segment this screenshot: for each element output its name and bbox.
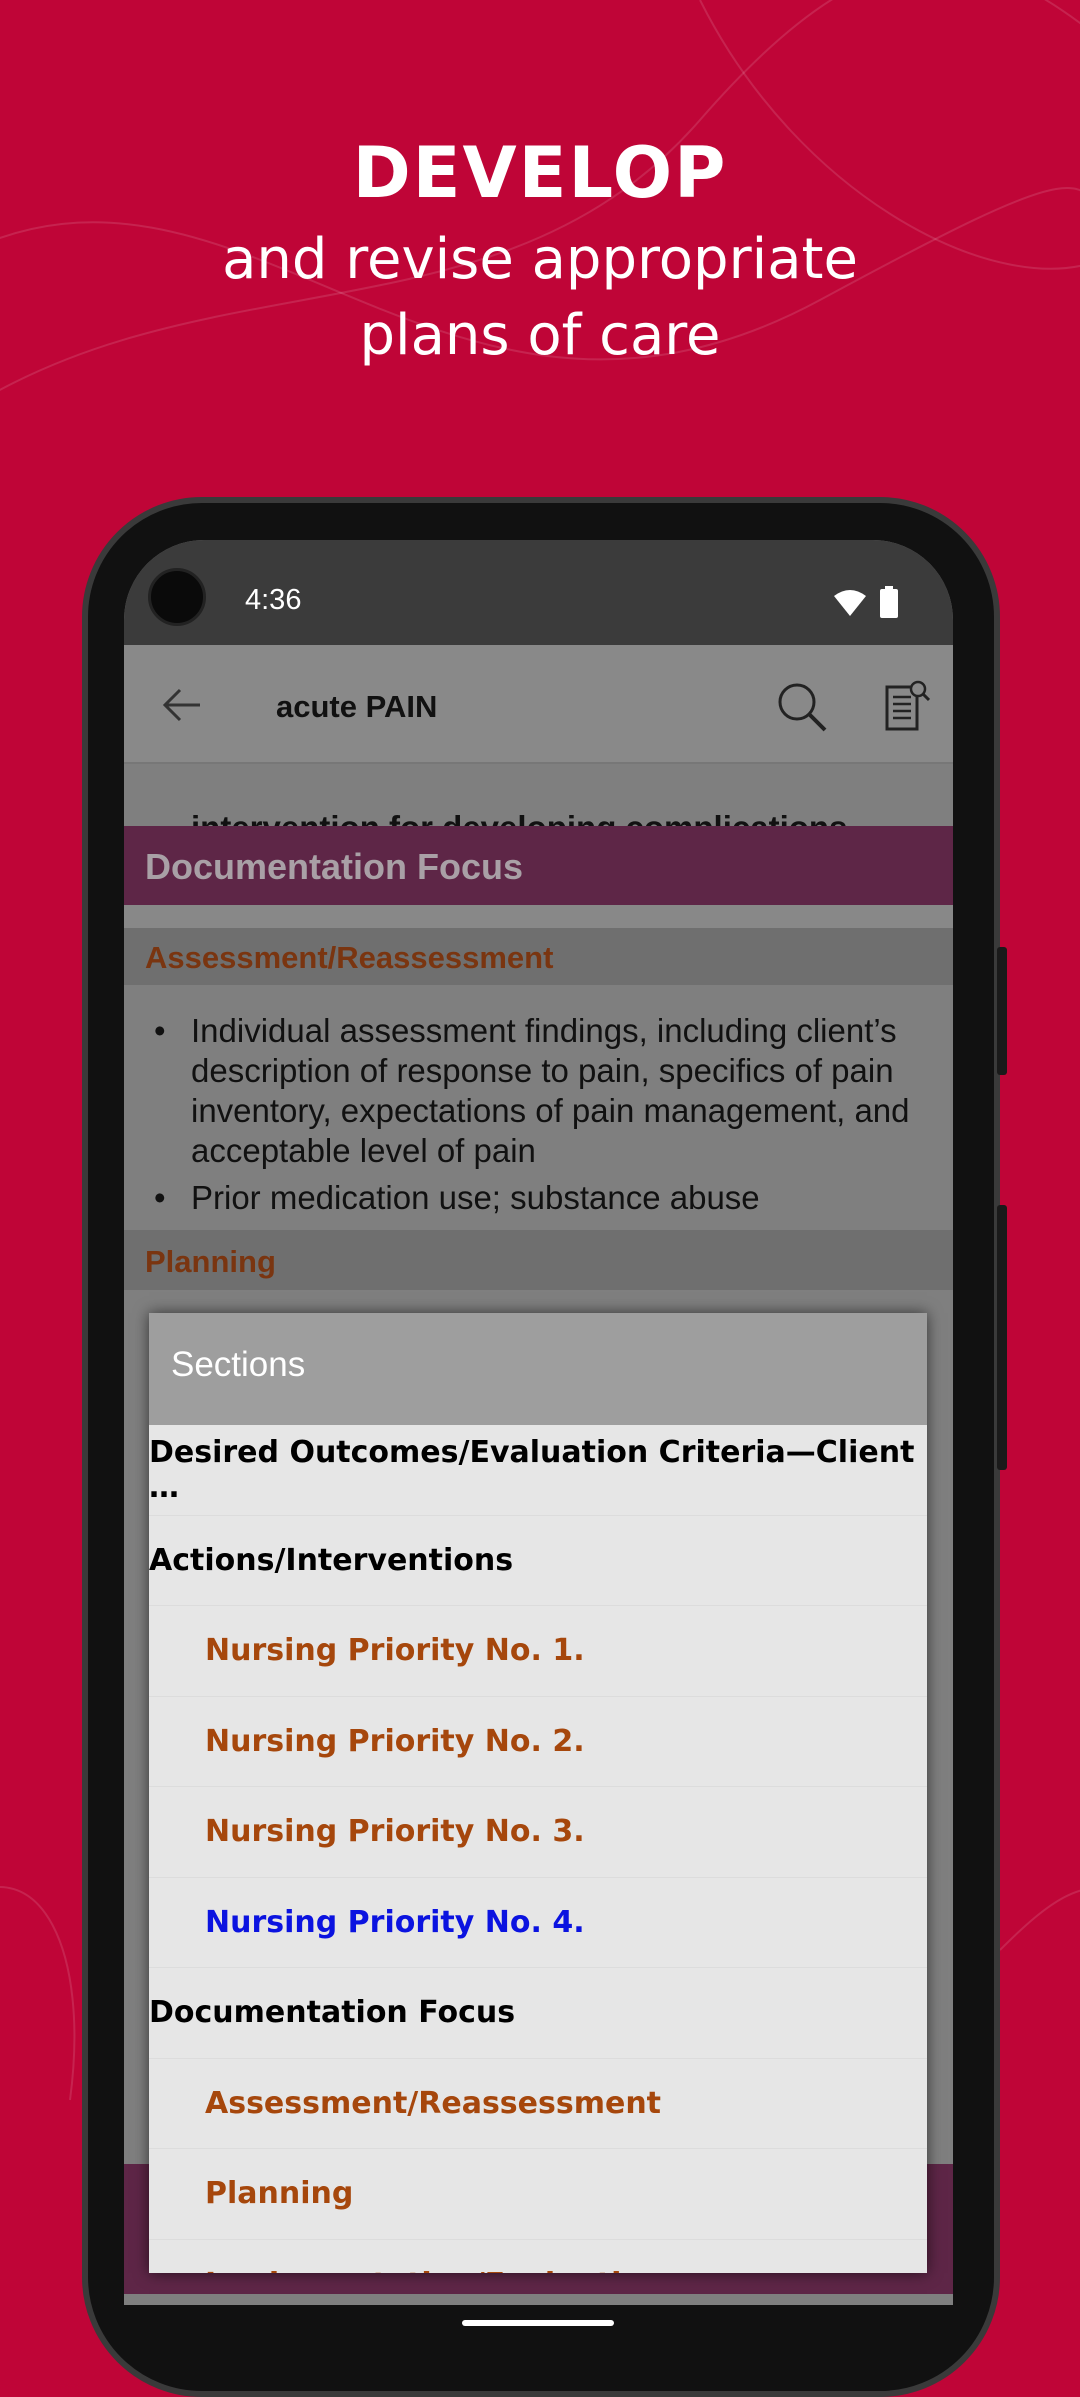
promo-subline-2: plans of care bbox=[359, 303, 721, 368]
app-bar: acute PAIN bbox=[124, 645, 953, 764]
promo-headline: DEVELOP bbox=[352, 132, 728, 214]
section-list-item[interactable]: Desired Outcomes/Evaluation Criteria—Cli… bbox=[149, 1425, 927, 1516]
section-list-item[interactable]: Nursing Priority No. 1. bbox=[149, 1606, 927, 1697]
section-list-item[interactable]: Nursing Priority No. 3. bbox=[149, 1787, 927, 1878]
dialog-title: Sections bbox=[149, 1313, 927, 1425]
bullet-line: Prior medication use; substance abuse bbox=[191, 1179, 760, 1216]
bullet-line: inventory, expectations of pain manageme… bbox=[191, 1092, 910, 1129]
section-list-item[interactable]: Nursing Priority No. 4. bbox=[149, 1878, 927, 1968]
battery-icon bbox=[880, 586, 898, 618]
bullet-line: description of response to pain, specifi… bbox=[191, 1052, 894, 1089]
sections-dialog: Sections Desired Outcomes/Evaluation Cri… bbox=[149, 1313, 927, 2273]
section-list-item[interactable]: Nursing Priority No. 2. bbox=[149, 1697, 927, 1787]
back-arrow-icon[interactable] bbox=[162, 687, 202, 723]
section-list-item[interactable]: Documentation Focus bbox=[149, 1968, 927, 2059]
home-indicator[interactable] bbox=[462, 2320, 614, 2326]
power-button bbox=[997, 1205, 1007, 1470]
subsection-title: Assessment/Reassessment bbox=[145, 940, 554, 975]
document-search-icon[interactable] bbox=[884, 679, 930, 733]
wifi-icon bbox=[834, 590, 866, 616]
section-header: Documentation Focus bbox=[124, 826, 953, 905]
bullet-line: acceptable level of pain bbox=[191, 1132, 536, 1169]
spacer bbox=[124, 905, 953, 928]
subsection-header: Assessment/Reassessment bbox=[124, 928, 953, 985]
search-icon[interactable] bbox=[776, 681, 828, 733]
bullet-line: Individual assessment findings, includin… bbox=[191, 1012, 897, 1049]
section-list-item[interactable]: Implementation/Evaluation bbox=[149, 2240, 927, 2273]
status-time: 4:36 bbox=[245, 584, 302, 616]
section-list-item[interactable]: Planning bbox=[149, 2149, 927, 2240]
app-title: acute PAIN bbox=[276, 689, 438, 724]
section-list-item[interactable]: Actions/Interventions bbox=[149, 1516, 927, 1606]
section-title: Documentation Focus bbox=[145, 846, 524, 887]
subsection-title: Planning bbox=[145, 1244, 276, 1279]
promo-subline: and revise appropriate plans of care bbox=[0, 222, 1080, 374]
section-list-item[interactable]: Assessment/Reassessment bbox=[149, 2059, 927, 2149]
camera-cutout bbox=[148, 568, 206, 626]
status-bar: 4:36 bbox=[124, 540, 953, 645]
volume-button bbox=[997, 947, 1007, 1075]
subsection-header: Planning bbox=[124, 1230, 953, 1290]
promo-subline-1: and revise appropriate bbox=[222, 227, 858, 292]
